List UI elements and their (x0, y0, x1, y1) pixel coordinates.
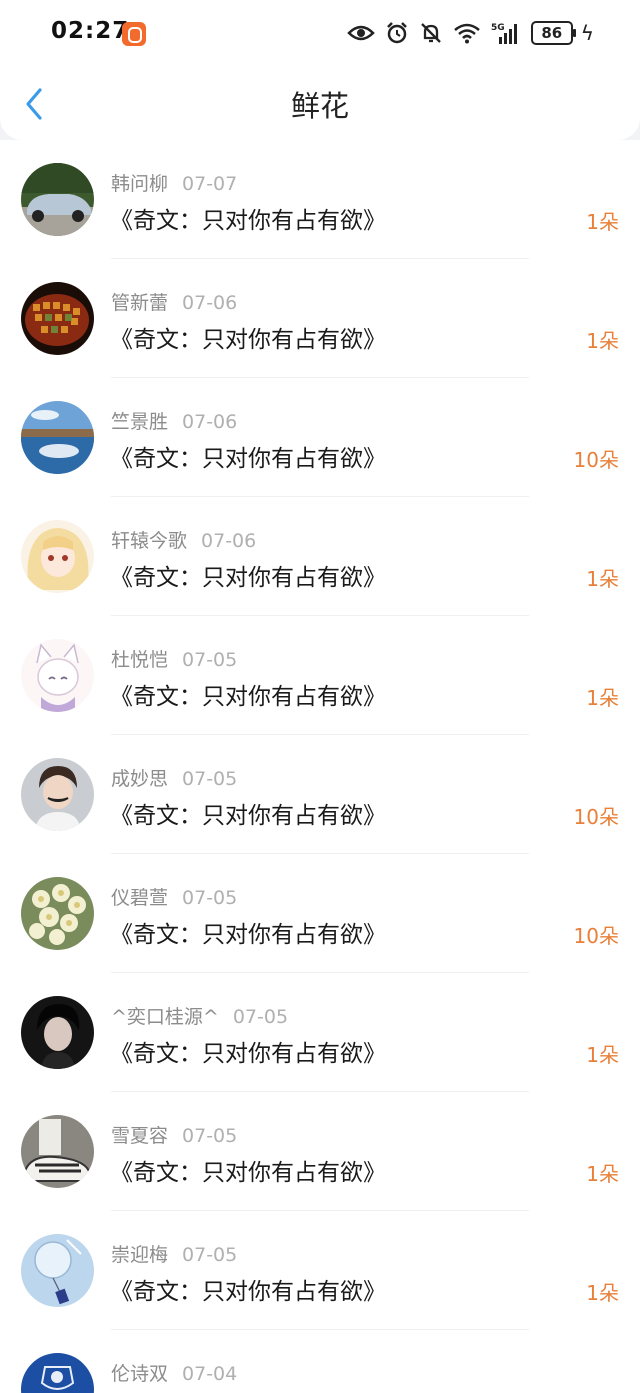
list-item[interactable]: 管新蕾 07-06 《奇文：只对你有占有欲》 1朵 (0, 259, 640, 378)
user-name: 杜悦恺 (111, 649, 169, 671)
battery-indicator: 86 (530, 21, 576, 45)
user-name: ^奕口桂源^ (111, 1006, 219, 1028)
user-info: 崇迎梅 07-05 (111, 1240, 237, 1267)
nav-bar: 鲜花 (0, 66, 640, 140)
flower-count: 10朵 (573, 805, 619, 829)
user-info: 管新蕾 07-06 (111, 288, 237, 315)
avatar[interactable] (21, 639, 94, 712)
avatar[interactable] (21, 282, 94, 355)
avatar[interactable] (21, 996, 94, 1069)
mute-bell-icon (420, 23, 441, 43)
list-item[interactable]: 仪碧萱 07-05 《奇文：只对你有占有欲》 10朵 (0, 854, 640, 973)
signal-5g-icon: 5G (491, 23, 517, 44)
gift-date: 07-07 (182, 173, 238, 195)
user-name: 竺景胜 (111, 411, 169, 433)
flower-count: 1朵 (586, 1281, 619, 1305)
gift-date: 07-05 (182, 649, 238, 671)
user-name: 雪夏容 (111, 1125, 169, 1147)
user-name: 轩辕今歌 (111, 530, 188, 552)
flower-list: 韩问柳 07-07 《奇文：只对你有占有欲》 1朵 管新蕾 07-06 《奇文：… (0, 140, 640, 1393)
flower-count: 10朵 (573, 924, 619, 948)
user-name: 伦诗双 (111, 1363, 169, 1385)
status-time: 02:27 (51, 18, 130, 44)
flower-count: 10朵 (573, 448, 619, 472)
book-title: 《奇文：只对你有占有欲》 (110, 565, 386, 591)
status-bar: 02:27 5G 86 ϟ (0, 0, 640, 66)
book-title: 《奇文：只对你有占有欲》 (110, 327, 386, 353)
list-item[interactable]: 成妙思 07-05 《奇文：只对你有占有欲》 10朵 (0, 735, 640, 854)
avatar[interactable] (21, 163, 94, 236)
avatar[interactable] (21, 1234, 94, 1307)
charging-icon: ϟ (580, 21, 594, 45)
gift-date: 07-04 (182, 1363, 238, 1385)
avatar[interactable] (21, 758, 94, 831)
book-title: 《奇文：只对你有占有欲》 (110, 922, 386, 948)
book-title: 《奇文：只对你有占有欲》 (110, 803, 386, 829)
user-info: 轩辕今歌 07-06 (111, 526, 256, 553)
book-title: 《奇文：只对你有占有欲》 (110, 1279, 386, 1305)
flower-count: 1朵 (586, 686, 619, 710)
user-name: 管新蕾 (111, 292, 169, 314)
user-name: 崇迎梅 (111, 1244, 169, 1266)
avatar[interactable] (21, 1353, 94, 1393)
avatar[interactable] (21, 1115, 94, 1188)
svg-text:5G: 5G (491, 23, 505, 33)
flower-count: 1朵 (586, 329, 619, 353)
gift-date: 07-05 (182, 1244, 238, 1266)
app-notification-icon (122, 22, 146, 46)
list-item[interactable]: 轩辕今歌 07-06 《奇文：只对你有占有欲》 1朵 (0, 497, 640, 616)
alarm-icon (386, 22, 407, 44)
user-name: 仪碧萱 (111, 887, 169, 909)
wifi-icon (453, 23, 480, 44)
gift-date: 07-05 (182, 887, 238, 909)
eye-icon (347, 25, 375, 41)
user-info: 伦诗双 07-04 (111, 1359, 237, 1386)
gift-date: 07-05 (182, 1125, 238, 1147)
book-title: 《奇文：只对你有占有欲》 (110, 208, 386, 234)
user-info: 雪夏容 07-05 (111, 1121, 237, 1148)
book-title: 《奇文：只对你有占有欲》 (110, 684, 386, 710)
book-title: 《奇文：只对你有占有欲》 (110, 446, 386, 472)
list-item[interactable]: 雪夏容 07-05 《奇文：只对你有占有欲》 1朵 (0, 1092, 640, 1211)
user-info: 韩问柳 07-07 (111, 169, 237, 196)
flower-count: 1朵 (586, 567, 619, 591)
flower-count: 1朵 (586, 1043, 619, 1067)
book-title: 《奇文：只对你有占有欲》 (110, 1160, 386, 1186)
avatar[interactable] (21, 877, 94, 950)
user-info: 竺景胜 07-06 (111, 407, 237, 434)
list-item[interactable]: 崇迎梅 07-05 《奇文：只对你有占有欲》 1朵 (0, 1211, 640, 1330)
status-icons: 5G 86 ϟ (347, 18, 594, 48)
user-info: ^奕口桂源^ 07-05 (111, 1002, 288, 1029)
flower-count: 1朵 (586, 1162, 619, 1186)
gift-date: 07-05 (232, 1006, 289, 1028)
flower-count: 1朵 (586, 210, 619, 234)
book-title: 《奇文：只对你有占有欲》 (110, 1041, 386, 1067)
list-item[interactable]: 杜悦恺 07-05 《奇文：只对你有占有欲》 1朵 (0, 616, 640, 735)
user-name: 成妙思 (111, 768, 169, 790)
page-title: 鲜花 (290, 89, 349, 123)
list-item[interactable]: ^奕口桂源^ 07-05 《奇文：只对你有占有欲》 1朵 (0, 973, 640, 1092)
list-item[interactable]: 竺景胜 07-06 《奇文：只对你有占有欲》 10朵 (0, 378, 640, 497)
list-item[interactable]: 伦诗双 07-04 (0, 1330, 640, 1393)
gift-date: 07-06 (182, 411, 238, 433)
user-info: 仪碧萱 07-05 (111, 883, 237, 910)
gift-date: 07-06 (182, 292, 238, 314)
list-item[interactable]: 韩问柳 07-07 《奇文：只对你有占有欲》 1朵 (0, 140, 640, 259)
avatar[interactable] (21, 401, 94, 474)
gift-date: 07-06 (201, 530, 257, 552)
gift-date: 07-05 (182, 768, 238, 790)
user-info: 杜悦恺 07-05 (111, 645, 237, 672)
user-info: 成妙思 07-05 (111, 764, 237, 791)
user-name: 韩问柳 (111, 173, 169, 195)
avatar[interactable] (21, 520, 94, 593)
